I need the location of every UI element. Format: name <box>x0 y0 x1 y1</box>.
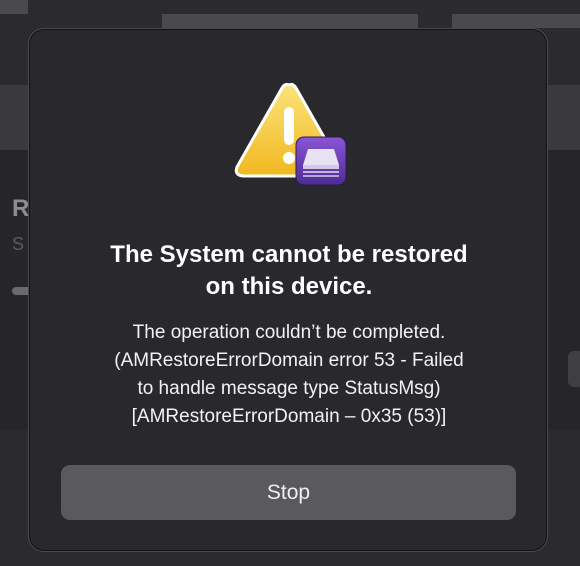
dialog-message: The operation couldn’t be completed. (AM… <box>49 319 529 431</box>
background-toolbar-segment <box>162 14 418 28</box>
error-dialog: The System cannot be restored on this de… <box>28 28 548 552</box>
background-subtitle-fragment: S <box>12 234 25 254</box>
dialog-message-line: (AMRestoreErrorDomain error 53 - Failed <box>114 350 464 371</box>
dialog-title: The System cannot be restored on this de… <box>49 239 529 303</box>
background-button-fragment <box>568 351 580 387</box>
dialog-message-line: The operation couldn’t be completed. <box>132 322 446 343</box>
dialog-title-line: on this device. <box>205 273 373 300</box>
dialog-message-line: [AMRestoreErrorDomain – 0x35 (53)] <box>131 406 447 427</box>
dialog-message-line: to handle message type StatusMsg) <box>137 378 441 399</box>
warning-triangle-with-configurator-badge-icon <box>234 82 347 186</box>
background-toolbar-segment <box>452 14 580 28</box>
background-toolbar-segment <box>0 0 28 14</box>
dialog-title-line: The System cannot be restored <box>110 241 468 268</box>
stop-button[interactable]: Stop <box>61 465 516 520</box>
background-heading-fragment: R <box>12 195 30 222</box>
